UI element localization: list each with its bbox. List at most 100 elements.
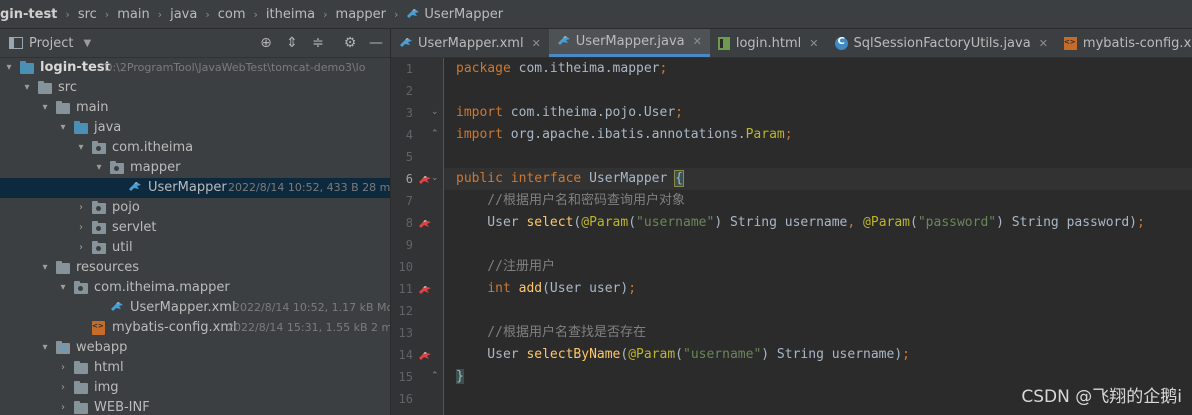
tree-item[interactable]: ▾ login-test D:\2ProgramTool\JavaWebTest\t… (0, 58, 390, 78)
tree-item-meta: D:\2ProgramTool\JavaWebTest\tomcat-demo3… (104, 61, 366, 74)
tree-item[interactable]: ▾ java (0, 118, 390, 138)
mybatis-icon (557, 35, 570, 48)
line-number: 4 (405, 128, 413, 142)
code-token: import (456, 127, 511, 142)
line-number: 5 (405, 150, 413, 164)
line-number: 8 (405, 216, 413, 230)
tab-sqlsessionfactoryutils-java[interactable]: SqlSessionFactoryUtils.java ✕ (827, 29, 1056, 57)
fold-icon[interactable]: ⌄ (431, 108, 440, 117)
code-token: @Param (628, 347, 676, 362)
code-token: ( (675, 347, 683, 362)
tree-item[interactable]: › img (0, 378, 390, 398)
tree-item-label: com.itheima.mapper (94, 280, 230, 295)
code-token: @Param (581, 215, 629, 230)
fold-icon[interactable]: ⌃ (431, 130, 440, 139)
editor-tabs: UserMapper.xml ✕ UserMapper.java ✕ login.htm… (391, 29, 1192, 58)
mybatis-navigate-icon[interactable] (418, 284, 432, 294)
close-icon[interactable]: ✕ (532, 37, 541, 50)
breadcrumb-item[interactable]: gin-test (0, 7, 57, 22)
chevron-right-icon[interactable]: › (76, 201, 86, 215)
tree-item[interactable]: mybatis-config.xml2022/8/14 15:31, 1.55 … (0, 318, 390, 338)
tree-item-label: src (58, 80, 77, 95)
tab-usermapper-xml[interactable]: UserMapper.xml ✕ (391, 29, 549, 57)
code-editor[interactable]: 1 2 3 4 5 6 7 8 9 10 11 12 13 14 15 16 ⌄ ⌃ ⌄ ⌃ package com.… (391, 58, 1192, 415)
tree-item[interactable]: UserMapper.xml 2022/8/14 10:52, 1.17 kB M… (0, 298, 390, 318)
code-token: ( (910, 215, 918, 230)
tree-item-label: java (94, 120, 122, 135)
tree-item[interactable]: ▾ mapper (0, 158, 390, 178)
breadcrumb-item[interactable]: itheima (266, 7, 315, 22)
chevron-right-icon[interactable]: › (76, 221, 86, 235)
chevron-down-icon[interactable]: ▾ (40, 261, 50, 275)
chevron-down-icon[interactable]: ▾ (94, 161, 104, 175)
tab-mybatis-config-xml[interactable]: mybatis-config.xml✕ (1056, 29, 1192, 57)
chevron-down-icon[interactable]: ▾ (58, 121, 68, 135)
collapse-all-icon[interactable]: ≑ (310, 35, 326, 51)
locate-icon[interactable]: ⊕ (258, 35, 274, 51)
close-icon[interactable]: ✕ (1039, 37, 1048, 50)
code-token: @Param (863, 215, 911, 230)
close-icon[interactable]: ✕ (693, 35, 702, 48)
tree-item[interactable]: ▾ main (0, 98, 390, 118)
tree-item[interactable]: ▾ src (0, 78, 390, 98)
breadcrumb-item[interactable]: java (170, 7, 197, 22)
code-line: package com.itheima.mapper; (456, 58, 667, 80)
tab-usermapper-java[interactable]: UserMapper.java ✕ (548, 29, 710, 57)
tree-item[interactable]: ▾ resources (0, 258, 390, 278)
breadcrumb-item[interactable]: UserMapper (424, 7, 503, 22)
breadcrumb-item[interactable]: src (78, 7, 97, 22)
gear-icon[interactable]: ⚙ (342, 35, 358, 51)
chevron-down-icon[interactable]: ▾ (40, 341, 50, 355)
fold-icon[interactable]: ⌄ (431, 174, 440, 183)
tree-item[interactable]: › pojo (0, 198, 390, 218)
code-token: ) String username (714, 215, 848, 230)
chevron-right-icon[interactable]: › (58, 381, 68, 395)
tree-item[interactable]: ▾ com.itheima (0, 138, 390, 158)
chevron-down-icon[interactable]: ▾ (40, 101, 50, 115)
mybatis-navigate-icon[interactable] (418, 174, 432, 184)
line-number: 3 (405, 106, 413, 120)
tree-item-label: UserMapper.xml (130, 300, 236, 315)
tree-item[interactable]: › html (0, 358, 390, 378)
chevron-down-icon[interactable]: ▼ (83, 38, 91, 49)
close-icon[interactable]: ✕ (809, 37, 818, 50)
minimize-icon[interactable]: — (368, 35, 384, 51)
code-line: //注册用户 (456, 256, 555, 278)
code-token: import (456, 105, 511, 120)
tree-item[interactable]: › util (0, 238, 390, 258)
tree-item-label: servlet (112, 220, 157, 235)
folder-icon (92, 141, 106, 154)
chevron-down-icon[interactable]: ▾ (22, 81, 32, 95)
code-token: ) String username) (761, 347, 903, 362)
tab-login-html[interactable]: login.html ✕ (710, 29, 827, 57)
breadcrumb-item[interactable]: main (117, 7, 149, 22)
tree-item-label: img (94, 380, 119, 395)
project-panel-title[interactable]: Project (29, 36, 73, 51)
chevron-right-icon[interactable]: › (76, 241, 86, 255)
mybatis-navigate-icon[interactable] (418, 218, 432, 228)
code-token: ; (659, 61, 668, 76)
project-panel-header: Project ▼ ⊕ ⇕ ≑ ⚙ — (0, 29, 390, 58)
code-line: public interface UserMapper { (456, 168, 684, 190)
tree-item[interactable]: › WEB-INF (0, 398, 390, 415)
chevron-down-icon[interactable]: ▾ (58, 281, 68, 295)
folder-icon (74, 121, 88, 134)
chevron-right-icon[interactable]: › (58, 401, 68, 415)
code-token: UserMapper (589, 171, 676, 186)
chevron-right-icon[interactable]: › (58, 361, 68, 375)
tree-item[interactable]: UserMapper 2022/8/14 10:52, 433 B 28 minu (0, 178, 390, 198)
mybatis-navigate-icon[interactable] (418, 350, 432, 360)
expand-all-icon[interactable]: ⇕ (284, 35, 300, 51)
tree-item[interactable]: ▾ com.itheima.mapper (0, 278, 390, 298)
code-token: ) String password) (996, 215, 1138, 230)
fold-icon[interactable]: ⌃ (431, 372, 440, 381)
code-line: User selectByName(@Param("username") Str… (456, 344, 910, 366)
chevron-down-icon[interactable]: ▾ (76, 141, 86, 155)
code-token: (User user) (542, 281, 629, 296)
breadcrumb-item[interactable]: com (218, 7, 246, 22)
breadcrumb-item[interactable]: mapper (336, 7, 386, 22)
chevron-down-icon[interactable]: ▾ (4, 61, 14, 75)
tree-item[interactable]: › servlet (0, 218, 390, 238)
tree-item[interactable]: ▾ webapp (0, 338, 390, 358)
